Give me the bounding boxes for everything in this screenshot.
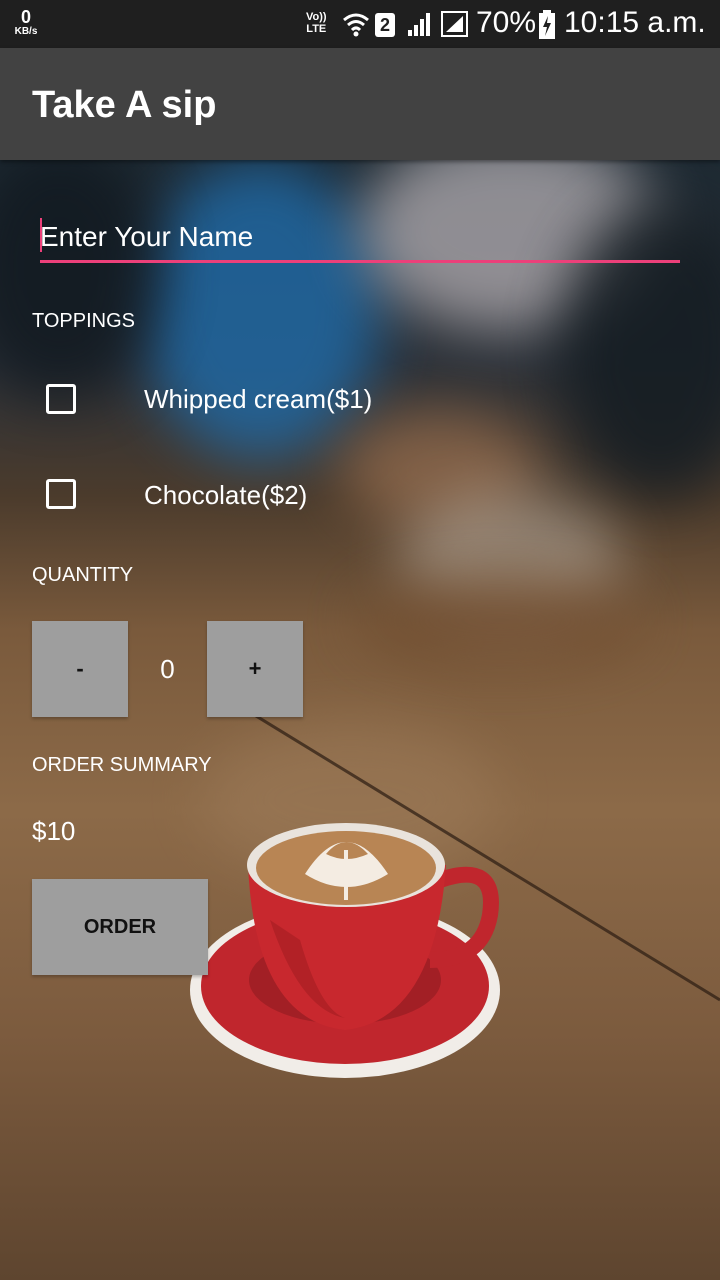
order-summary-price: $10 [32, 816, 76, 846]
name-input[interactable] [40, 214, 680, 263]
battery-percent: 70% [476, 6, 537, 39]
volte-indicator: Vo)) LTE [306, 11, 327, 35]
app-bar: Take A sip [0, 48, 720, 160]
order-button[interactable]: ORDER [32, 879, 208, 975]
order-form: TOPPINGS Whipped cream($1) Chocolate($2)… [0, 160, 720, 1280]
quantity-heading: QUANTITY [32, 564, 134, 586]
wifi-icon [343, 13, 369, 37]
quantity-value: 0 [160, 654, 175, 684]
chocolate-checkbox[interactable] [46, 479, 76, 509]
whipped-cream-label[interactable]: Whipped cream($1) [144, 384, 372, 415]
increment-button[interactable]: + [207, 621, 303, 717]
app-title: Take A sip [32, 84, 217, 126]
network-speed-value: 0 [20, 7, 31, 27]
signal-icon [441, 11, 468, 37]
battery-charging-icon [539, 10, 555, 39]
lte-label: LTE [306, 23, 327, 35]
volte-label: Vo)) [306, 11, 327, 23]
decrement-button[interactable]: - [32, 621, 128, 717]
whipped-cream-checkbox[interactable] [46, 384, 76, 414]
network-speed: 0 KB/s [10, 8, 42, 37]
sim-badge: 2 [375, 13, 395, 37]
network-speed-unit: KB/s [14, 26, 38, 37]
text-cursor [40, 218, 42, 252]
order-summary-heading: ORDER SUMMARY [32, 754, 212, 776]
chocolate-label[interactable]: Chocolate($2) [144, 480, 307, 511]
status-bar: 0 KB/s Vo)) LTE 2 70% 10:15 a.m. [0, 0, 720, 48]
signal-icon [408, 13, 430, 36]
toppings-heading: TOPPINGS [32, 310, 135, 332]
clock: 10:15 a.m. [564, 6, 706, 39]
